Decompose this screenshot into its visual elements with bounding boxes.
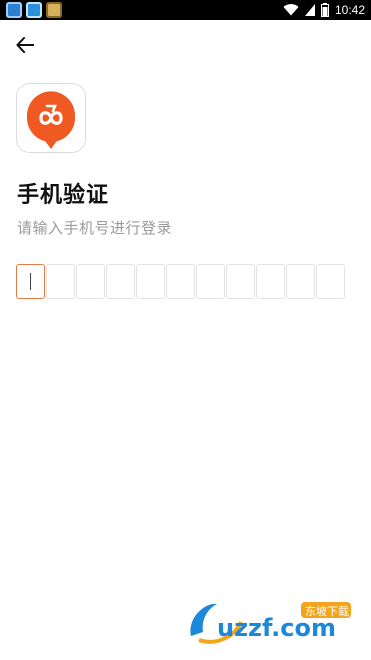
digit-box[interactable] xyxy=(256,264,285,299)
digit-box[interactable] xyxy=(196,264,225,299)
bike-logo-icon xyxy=(27,91,76,149)
page-subtitle: 请输入手机号进行登录 xyxy=(17,219,173,237)
digit-box[interactable] xyxy=(136,264,165,299)
notification-icons xyxy=(6,2,62,18)
app-icon-1 xyxy=(6,2,22,18)
status-bar: 10:42 xyxy=(0,0,371,20)
arrow-left-icon xyxy=(16,37,34,53)
digit-box[interactable] xyxy=(226,264,255,299)
battery-icon xyxy=(320,3,329,17)
back-button[interactable] xyxy=(12,33,38,57)
wifi-icon xyxy=(283,4,299,16)
digit-box[interactable] xyxy=(46,264,75,299)
digit-box[interactable] xyxy=(316,264,345,299)
page-title: 手机验证 xyxy=(17,183,110,208)
phone-number-input[interactable] xyxy=(16,264,345,299)
digit-box[interactable] xyxy=(16,264,45,299)
signal-icon xyxy=(304,4,315,16)
app-icon-2 xyxy=(26,2,42,18)
svg-text:uzzf.com: uzzf.com xyxy=(217,614,336,642)
text-caret xyxy=(30,273,31,290)
digit-box[interactable] xyxy=(106,264,135,299)
app-icon-3 xyxy=(46,2,62,18)
digit-box[interactable] xyxy=(166,264,195,299)
system-icons: 10:42 xyxy=(283,2,365,18)
status-time: 10:42 xyxy=(334,3,365,17)
app-logo xyxy=(16,83,86,153)
digit-box[interactable] xyxy=(286,264,315,299)
digit-box[interactable] xyxy=(76,264,105,299)
svg-text:东坡下载: 东坡下载 xyxy=(305,605,349,618)
watermark: uzzf.com 东坡下载 xyxy=(187,596,367,648)
uzzf-watermark-logo: uzzf.com 东坡下载 xyxy=(190,602,351,644)
